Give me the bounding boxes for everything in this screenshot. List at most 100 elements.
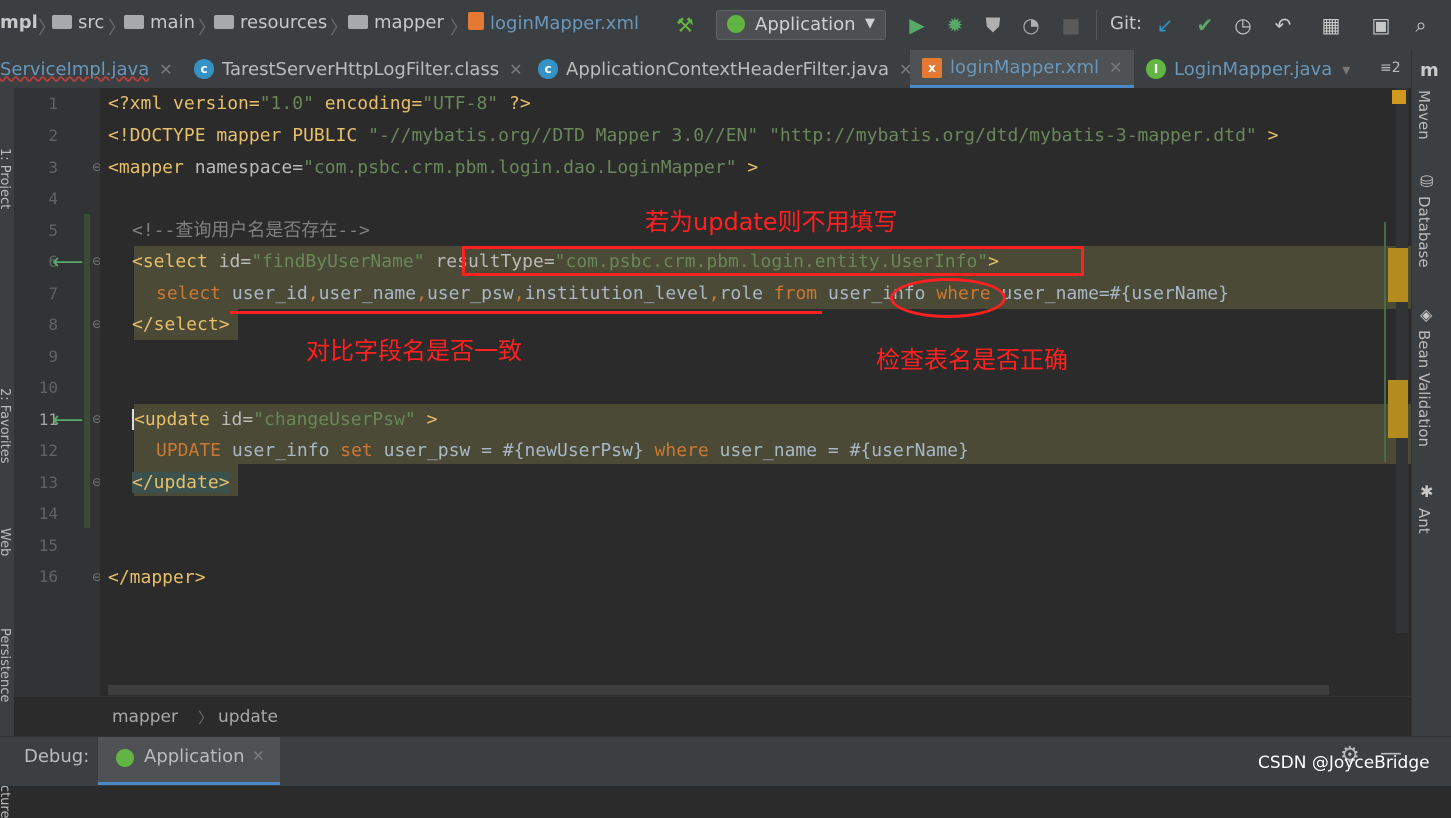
breadcrumb-separator: 〉 bbox=[198, 709, 214, 727]
xml-file-icon bbox=[468, 12, 484, 30]
breadcrumb-separator: 〉 bbox=[450, 18, 468, 39]
folder-icon bbox=[348, 15, 368, 29]
tab-appcontext-filter[interactable]: c ApplicationContextHeaderFilter.java ✕ bbox=[538, 50, 912, 88]
class-file-icon: c bbox=[538, 59, 558, 79]
tab-loginmapper-xml[interactable]: x loginMapper.xml ✕ bbox=[910, 50, 1135, 88]
line-number: 2 bbox=[48, 126, 58, 145]
code-line-16: </mapper> bbox=[108, 567, 206, 588]
breadcrumb-src[interactable]: src bbox=[52, 12, 104, 33]
git-label: Git: bbox=[1110, 13, 1143, 34]
line-number: 9 bbox=[48, 347, 58, 366]
run-configuration-select[interactable]: Application ▼ bbox=[716, 10, 886, 40]
tool-web[interactable]: Web bbox=[0, 528, 12, 556]
code-line-8: </select> bbox=[132, 314, 230, 335]
breadcrumb-mapper[interactable]: mapper bbox=[348, 12, 444, 33]
tab-label: ApplicationContextHeaderFilter.java bbox=[566, 58, 889, 80]
breadcrumb-resources[interactable]: resources bbox=[214, 12, 327, 33]
tool-ant[interactable]: Ant bbox=[1415, 508, 1433, 534]
line-number: 16 bbox=[38, 567, 58, 586]
vcs-change-marker bbox=[84, 214, 90, 528]
git-update-icon[interactable]: ↙ bbox=[1152, 12, 1178, 38]
bean-validation-icon: ◈ bbox=[1420, 305, 1433, 324]
run-icon[interactable]: ▶ bbox=[904, 12, 930, 38]
breadcrumb-mapper-label: mapper bbox=[374, 12, 444, 33]
search-icon[interactable]: ⌕ bbox=[1408, 12, 1434, 38]
debug-tool-window-bar: Debug: Application ✕ ⚙ — CSDN @JoyceBrid… bbox=[0, 736, 1451, 786]
resources-folder-icon bbox=[214, 15, 234, 29]
tab-serviceimpl[interactable]: ServiceImpl.java ✕ bbox=[0, 50, 173, 88]
breadcrumb-resources-label: resources bbox=[240, 12, 328, 33]
spring-boot-icon bbox=[116, 749, 134, 767]
tool-bean-validation[interactable]: Bean Validation bbox=[1415, 330, 1433, 447]
database-icon: ⛁ bbox=[1420, 172, 1434, 191]
code-editor[interactable]: <?xml version="1.0" encoding="UTF-8" ?> … bbox=[100, 88, 1411, 696]
breadcrumb-separator: 〉 bbox=[330, 18, 348, 39]
tool-maven[interactable]: Maven bbox=[1415, 90, 1433, 140]
chevron-down-icon: ▼ bbox=[865, 16, 875, 31]
interface-icon: I bbox=[1146, 59, 1166, 79]
code-line-1: <?xml version="1.0" encoding="UTF-8" ?> bbox=[108, 93, 531, 114]
coverage-shield-icon[interactable]: ⛊ bbox=[980, 12, 1006, 38]
class-file-icon: c bbox=[194, 59, 214, 79]
breadcrumb-mapper-tag[interactable]: mapper bbox=[112, 707, 178, 727]
spring-boot-icon bbox=[727, 15, 745, 33]
tool-project[interactable]: 1: Project bbox=[0, 148, 12, 209]
code-line-7: select user_id,user_name,user_psw,instit… bbox=[156, 283, 1229, 304]
vertical-scrollbar[interactable] bbox=[1396, 88, 1408, 633]
rollback-icon[interactable]: ↶ bbox=[1270, 12, 1296, 38]
code-line-11: <update id="changeUserPsw" > bbox=[132, 409, 438, 430]
code-line-5: <!--查询用户名是否存在--> bbox=[132, 220, 370, 241]
annotation-fields-note: 对比字段名是否一致 bbox=[306, 337, 522, 365]
warning-marker[interactable] bbox=[1392, 90, 1406, 104]
tool-database[interactable]: Database bbox=[1415, 196, 1433, 268]
stop-icon[interactable]: ■ bbox=[1058, 12, 1084, 38]
debug-bug-icon[interactable]: ✹ bbox=[942, 12, 968, 38]
line-number: 10 bbox=[38, 378, 58, 397]
tab-label: LoginMapper.java bbox=[1174, 58, 1333, 80]
profile-icon[interactable]: ◔ bbox=[1018, 12, 1044, 38]
project-structure-icon[interactable]: ▦ bbox=[1318, 12, 1344, 38]
close-icon[interactable]: ✕ bbox=[509, 60, 522, 79]
close-icon[interactable]: ▾ bbox=[1342, 60, 1350, 79]
horizontal-scrollbar[interactable] bbox=[108, 685, 1329, 695]
close-icon[interactable]: ✕ bbox=[1109, 58, 1122, 77]
code-line-2: <!DOCTYPE mapper PUBLIC "-//mybatis.org/… bbox=[108, 125, 1279, 146]
annotation-table-ellipse bbox=[890, 278, 1006, 318]
line-number: 4 bbox=[48, 189, 58, 208]
line-number: 15 bbox=[38, 536, 58, 555]
history-clock-icon[interactable]: ◷ bbox=[1230, 12, 1256, 38]
code-line-3: <mapper namespace="com.psbc.crm.pbm.logi… bbox=[108, 157, 759, 178]
breadcrumb-module[interactable]: mpl bbox=[0, 12, 38, 33]
tabs-overflow-button[interactable]: ≡2 bbox=[1380, 60, 1401, 76]
tab-tarest-filter[interactable]: c TarestServerHttpLogFilter.class ✕ bbox=[194, 50, 523, 88]
line-number: 12 bbox=[38, 441, 58, 460]
code-line-12: UPDATE user_info set user_psw = #{newUse… bbox=[156, 440, 969, 461]
highlight-marker[interactable] bbox=[1388, 380, 1408, 438]
indent-guide bbox=[1384, 222, 1386, 462]
breadcrumb-main-label: main bbox=[150, 12, 195, 33]
git-commit-icon[interactable]: ✔ bbox=[1192, 12, 1218, 38]
xml-file-icon: x bbox=[922, 57, 942, 78]
highlight-marker[interactable] bbox=[1388, 248, 1408, 302]
breadcrumb-file[interactable]: loginMapper.xml bbox=[468, 12, 639, 34]
folder-icon bbox=[52, 15, 72, 29]
build-hammer-icon[interactable]: ⚒ bbox=[672, 12, 698, 38]
tab-label: loginMapper.xml bbox=[950, 57, 1099, 78]
code-line-13: </update> bbox=[132, 472, 230, 493]
close-icon[interactable]: ✕ bbox=[159, 60, 172, 79]
navigate-arrow-icon[interactable]: ⟵ bbox=[52, 250, 84, 275]
tab-loginmapper-java[interactable]: I LoginMapper.java ▾ bbox=[1146, 50, 1350, 88]
tool-favorites[interactable]: 2: Favorites bbox=[0, 388, 12, 464]
annotation-result-type-box bbox=[462, 246, 1084, 276]
annotation-fields-underline bbox=[230, 311, 822, 314]
breadcrumb-main[interactable]: main bbox=[124, 12, 195, 33]
tool-persistence[interactable]: Persistence bbox=[0, 628, 12, 702]
tab-label: TarestServerHttpLogFilter.class bbox=[222, 58, 500, 80]
breadcrumb-update-tag[interactable]: update bbox=[218, 707, 278, 727]
line-number: 7 bbox=[48, 284, 58, 303]
breadcrumb-file-label: loginMapper.xml bbox=[490, 13, 639, 34]
navigate-arrow-icon[interactable]: ⟵ bbox=[52, 408, 84, 433]
terminal-icon[interactable]: ▣ bbox=[1368, 12, 1394, 38]
close-icon[interactable]: ✕ bbox=[252, 747, 265, 765]
debug-tab-application[interactable]: Application ✕ bbox=[98, 737, 280, 785]
